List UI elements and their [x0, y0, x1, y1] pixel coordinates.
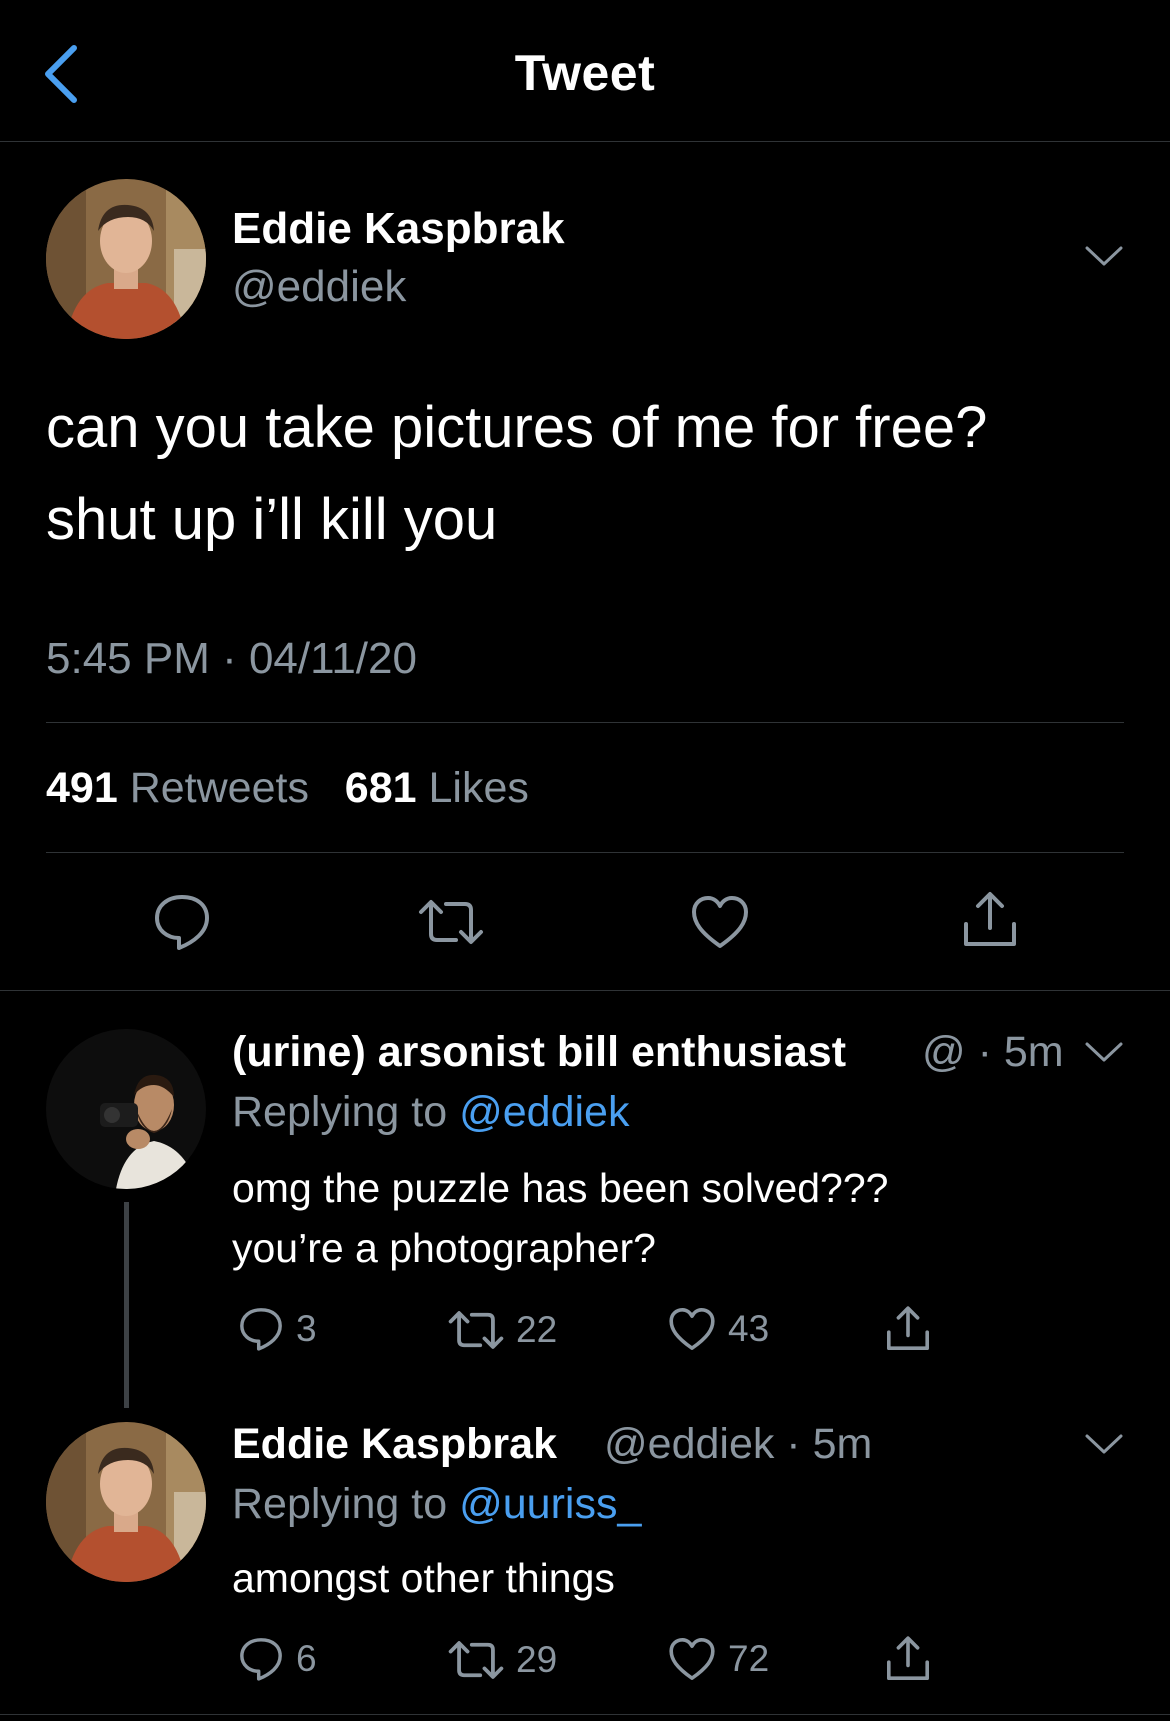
- header-divider: [0, 141, 1170, 142]
- tweet-timestamp[interactable]: 5:45 PM · 04/11/20: [46, 634, 417, 684]
- retweet-count: 22: [516, 1309, 558, 1350]
- author-handle[interactable]: @eddiek: [232, 262, 406, 312]
- share-button[interactable]: [960, 890, 1020, 950]
- share-upload-icon: [964, 892, 1016, 946]
- reply-avatar[interactable]: [46, 1029, 206, 1189]
- reply-text: omg the puzzle has been solved??? you’re…: [232, 1158, 888, 1278]
- heart-outline-icon: [692, 896, 748, 948]
- heart-outline-icon: [669, 1638, 715, 1680]
- reply-count: 3: [296, 1308, 317, 1349]
- divider: [46, 852, 1124, 853]
- reply-text-line: you’re a photographer?: [232, 1225, 656, 1271]
- retweets-stat[interactable]: 491 Retweets: [46, 764, 309, 812]
- chevron-down-icon: [1085, 1042, 1123, 1062]
- divider: [0, 990, 1170, 991]
- chevron-down-icon: [1085, 1434, 1123, 1454]
- reply-options-button[interactable]: [1084, 1040, 1124, 1069]
- reply-button[interactable]: [152, 892, 212, 952]
- reply-text-line: amongst other things: [232, 1555, 615, 1601]
- page-title: Tweet: [514, 45, 656, 101]
- share-button[interactable]: [884, 1634, 932, 1684]
- replying-to: Replying to @uuriss_: [232, 1480, 642, 1528]
- retweet-arrows-icon: [448, 1641, 504, 1679]
- like-count: 72: [728, 1638, 770, 1679]
- reply-meta: @ · 5m: [922, 1028, 1064, 1076]
- tweet-stats: 491 Retweets 681 Likes: [46, 764, 529, 813]
- retweet-button[interactable]: [418, 896, 484, 948]
- thread-line: [124, 1202, 129, 1408]
- tweet-text: can you take pictures of me for free? sh…: [46, 382, 1146, 566]
- reply-author-name[interactable]: (urine) arsonist bill enthusiast: [232, 1028, 846, 1077]
- retweet-button[interactable]: 29: [448, 1638, 557, 1682]
- heart-outline-icon: [669, 1308, 715, 1350]
- like-button[interactable]: 43: [668, 1306, 769, 1352]
- divider: [46, 722, 1124, 723]
- author-name[interactable]: Eddie Kaspbrak: [232, 204, 565, 254]
- likes-stat[interactable]: 681 Likes: [345, 764, 529, 812]
- reply-button[interactable]: 6: [238, 1636, 317, 1682]
- tweet-text-line: shut up i’ll kill you: [46, 487, 498, 552]
- reply-button[interactable]: 3: [238, 1306, 317, 1352]
- replying-to-handle[interactable]: @uuriss_: [459, 1480, 641, 1528]
- tweet-text-line: can you take pictures of me for free?: [46, 395, 988, 460]
- speech-bubble-icon: [240, 1308, 282, 1351]
- divider: [0, 1714, 1170, 1715]
- reply-options-button[interactable]: [1084, 1432, 1124, 1461]
- like-button[interactable]: [690, 894, 750, 950]
- reply-text: amongst other things: [232, 1548, 615, 1608]
- reply-avatar[interactable]: [46, 1422, 206, 1582]
- share-button[interactable]: [884, 1304, 932, 1354]
- reply-text-line: omg the puzzle has been solved???: [232, 1165, 889, 1211]
- retweet-arrows-icon: [419, 900, 483, 944]
- tweet-options-button[interactable]: [1084, 244, 1124, 273]
- replying-to: Replying to @eddiek: [232, 1088, 630, 1136]
- retweet-count: 29: [516, 1639, 558, 1680]
- retweet-button[interactable]: 22: [448, 1308, 557, 1352]
- speech-bubble-icon: [155, 895, 209, 950]
- reply-count: 6: [296, 1638, 317, 1679]
- like-count: 43: [728, 1308, 770, 1349]
- reply-author-name[interactable]: Eddie Kaspbrak: [232, 1420, 557, 1469]
- like-button[interactable]: 72: [668, 1636, 769, 1682]
- reply-meta: @eddiek · 5m: [604, 1420, 873, 1468]
- share-upload-icon: [887, 1306, 929, 1350]
- author-avatar[interactable]: [46, 179, 206, 339]
- retweet-arrows-icon: [448, 1311, 504, 1349]
- chevron-down-icon: [1085, 246, 1123, 266]
- replying-to-handle[interactable]: @eddiek: [459, 1088, 629, 1136]
- share-upload-icon: [887, 1636, 929, 1680]
- speech-bubble-icon: [240, 1638, 282, 1681]
